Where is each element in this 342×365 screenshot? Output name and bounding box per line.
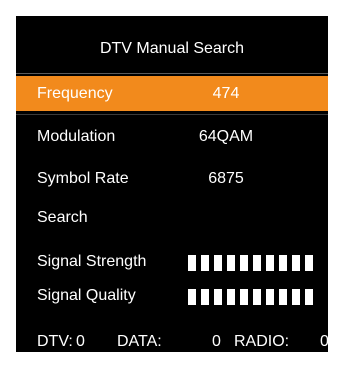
- signal-bar: [188, 255, 196, 271]
- signal-bar: [279, 289, 287, 305]
- symbol-rate-value: 6875: [208, 170, 244, 187]
- signal-bar: [266, 255, 274, 271]
- symbol-rate-label: Symbol Rate: [37, 170, 129, 187]
- signal-bar: [188, 289, 196, 305]
- radio-count-label: RADIO:: [234, 333, 290, 350]
- signal-bar: [292, 289, 300, 305]
- signal-bar: [240, 289, 248, 305]
- signal-bar: [214, 255, 222, 271]
- menu-item-modulation[interactable]: Modulation 64QAM: [16, 119, 328, 154]
- signal-bar: [279, 255, 287, 271]
- frequency-value: 474: [212, 85, 240, 102]
- signal-bar: [253, 289, 261, 305]
- signal-bar: [201, 289, 209, 305]
- signal-strength-label: Signal Strength: [37, 253, 147, 270]
- signal-quality-label: Signal Quality: [37, 287, 136, 304]
- signal-bar: [266, 289, 274, 305]
- signal-bar: [240, 255, 248, 271]
- signal-bar: [305, 255, 313, 271]
- data-count-value: 0: [212, 333, 221, 350]
- signal-bar: [305, 289, 313, 305]
- radio-count-value: 0: [320, 333, 329, 350]
- menu-item-search[interactable]: Search: [16, 200, 328, 235]
- signal-strength-row: Signal Strength: [16, 250, 328, 274]
- signal-bar: [201, 255, 209, 271]
- signal-quality-row: Signal Quality: [16, 284, 328, 308]
- dtv-count-label: DTV:: [37, 333, 73, 350]
- page-title: DTV Manual Search: [99, 40, 245, 57]
- signal-bar: [253, 255, 261, 271]
- modulation-label: Modulation: [37, 128, 116, 145]
- search-label: Search: [37, 209, 88, 226]
- manual-search-panel: DTV Manual Search Frequency 474 Modulati…: [16, 16, 329, 352]
- signal-bar: [227, 255, 235, 271]
- signal-bar: [292, 255, 300, 271]
- menu-item-frequency[interactable]: Frequency 474: [16, 76, 328, 111]
- title-divider: [16, 73, 328, 74]
- frequency-label: Frequency: [37, 85, 113, 102]
- dtv-count-value: 0: [76, 333, 85, 350]
- signal-bar: [214, 289, 222, 305]
- menu-item-symbol-rate[interactable]: Symbol Rate 6875: [16, 161, 328, 196]
- menu-divider: [16, 114, 328, 115]
- modulation-value: 64QAM: [198, 128, 254, 145]
- data-count-label: DATA:: [117, 333, 162, 350]
- signal-bar: [227, 289, 235, 305]
